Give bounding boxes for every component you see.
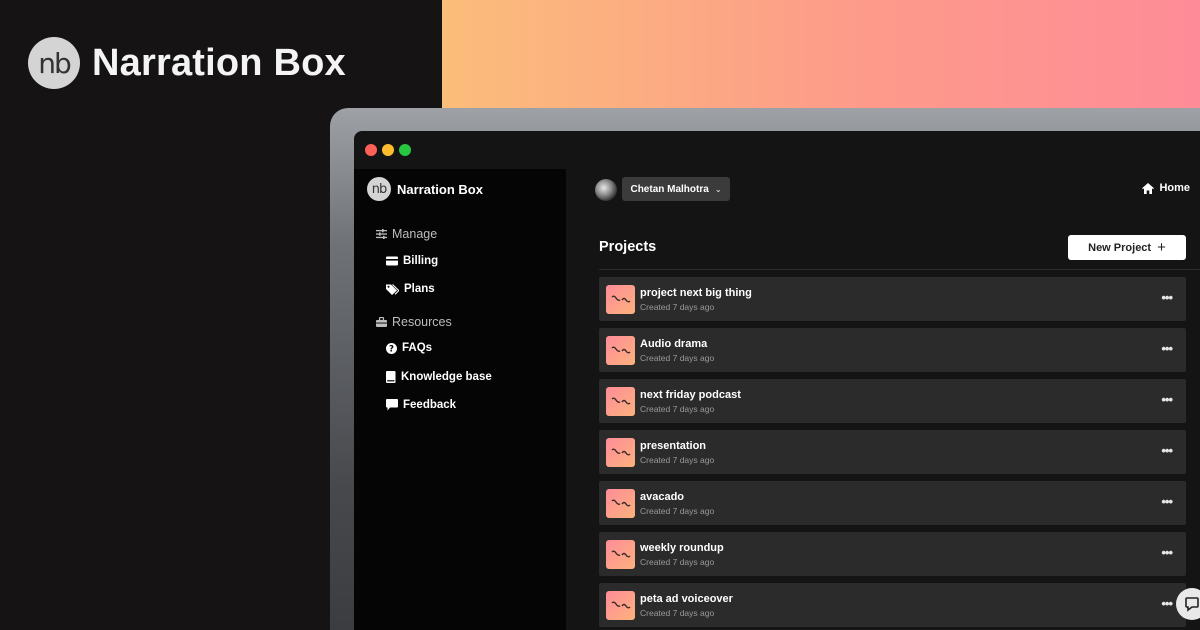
sidebar-item-knowledge-base[interactable]: Knowledge base (386, 371, 492, 383)
user-name: Chetan Malhotra (630, 183, 709, 195)
sidebar-section-resources: Resources (376, 315, 452, 329)
list-item[interactable]: presentation Created 7 days ago ••• (599, 430, 1186, 474)
more-options-icon[interactable]: ••• (1161, 494, 1173, 509)
project-list: project next big thing Created 7 days ag… (599, 277, 1186, 630)
sidebar-item-billing[interactable]: Billing (386, 255, 438, 267)
user-menu-button[interactable]: Chetan Malhotra ⌄ (622, 177, 730, 201)
project-meta: Created 7 days ago (640, 301, 715, 312)
sidebar-section-label: Manage (392, 227, 438, 241)
project-name: project next big thing (640, 286, 752, 299)
more-options-icon[interactable]: ••• (1161, 545, 1173, 560)
chevron-down-icon: ⌄ (714, 184, 722, 194)
list-item[interactable]: project next big thing Created 7 days ag… (599, 277, 1186, 321)
project-meta: Created 7 days ago (640, 352, 715, 363)
project-name: next friday podcast (640, 388, 741, 401)
sidebar-item-label: Plans (404, 283, 435, 295)
hero-brand: nb Narration Box (28, 37, 346, 89)
window-controls (365, 144, 411, 156)
sidebar: nb Narration Box Manage Billing Plans Re… (354, 169, 566, 630)
tags-icon (386, 283, 399, 295)
project-meta: Created 7 days ago (640, 556, 715, 567)
project-meta: Created 7 days ago (640, 403, 715, 414)
project-name: avacado (640, 490, 685, 503)
hero-gradient-panel (442, 0, 1200, 108)
app-window: nb Narration Box Manage Billing Plans Re… (354, 131, 1200, 630)
book-icon (386, 371, 396, 383)
sidebar-item-faqs[interactable]: ? FAQs (386, 342, 432, 354)
more-options-icon[interactable]: ••• (1161, 290, 1173, 305)
sidebar-section-manage: Manage (376, 227, 437, 241)
sidebar-section-label: Resources (392, 315, 452, 329)
sidebar-brand[interactable]: nb Narration Box (367, 177, 483, 201)
waveform-icon (606, 386, 635, 416)
more-options-icon[interactable]: ••• (1161, 341, 1173, 356)
project-name: presentation (640, 439, 707, 452)
project-meta: Created 7 days ago (640, 505, 715, 516)
sidebar-item-feedback[interactable]: Feedback (386, 399, 456, 411)
list-item[interactable]: weekly roundup Created 7 days ago ••• (599, 532, 1186, 576)
question-circle-icon: ? (386, 342, 397, 354)
divider (599, 269, 1200, 270)
new-project-label: New Project (1088, 241, 1152, 254)
sidebar-item-label: Billing (403, 255, 439, 267)
maximize-window-button[interactable] (399, 144, 411, 156)
list-item[interactable]: Audio drama Created 7 days ago ••• (599, 328, 1186, 372)
close-window-button[interactable] (365, 144, 377, 156)
page-title: Projects (599, 239, 657, 255)
home-link[interactable]: Home (1142, 182, 1190, 194)
waveform-icon (606, 539, 635, 569)
project-meta: Created 7 days ago (640, 607, 715, 618)
home-icon (1142, 182, 1155, 194)
chat-icon (1185, 597, 1199, 612)
list-item[interactable]: avacado Created 7 days ago ••• (599, 481, 1186, 525)
brand-name: Narration Box (92, 41, 346, 84)
project-name: weekly roundup (640, 541, 724, 554)
sidebar-brand-name: Narration Box (397, 181, 483, 197)
sidebar-item-plans[interactable]: Plans (386, 283, 435, 295)
sidebar-logo: nb (367, 177, 391, 201)
project-name: peta ad voiceover (640, 592, 733, 605)
comment-icon (386, 399, 398, 411)
sidebar-item-label: FAQs (402, 342, 433, 354)
minimize-window-button[interactable] (382, 144, 394, 156)
chat-support-button[interactable] (1176, 588, 1200, 620)
credit-card-icon (386, 256, 398, 266)
sliders-icon (376, 229, 387, 239)
project-meta: Created 7 days ago (640, 454, 715, 465)
list-item[interactable]: next friday podcast Created 7 days ago •… (599, 379, 1186, 423)
brand-logo: nb (28, 37, 80, 89)
waveform-icon (606, 437, 635, 467)
waveform-icon (606, 590, 635, 620)
new-project-button[interactable]: New Project + (1068, 235, 1186, 260)
more-options-icon[interactable]: ••• (1161, 596, 1173, 611)
more-options-icon[interactable]: ••• (1161, 392, 1173, 407)
sidebar-item-label: Feedback (403, 399, 457, 411)
sidebar-item-label: Knowledge base (401, 371, 492, 383)
project-name: Audio drama (640, 337, 708, 350)
toolbox-icon (376, 317, 387, 327)
svg-text:?: ? (389, 344, 394, 353)
waveform-icon (606, 284, 635, 314)
home-label: Home (1159, 182, 1190, 194)
waveform-icon (606, 488, 635, 518)
waveform-icon (606, 335, 635, 365)
list-item[interactable]: peta ad voiceover Created 7 days ago ••• (599, 583, 1186, 627)
avatar[interactable] (595, 179, 617, 201)
more-options-icon[interactable]: ••• (1161, 443, 1173, 458)
plus-icon: + (1157, 239, 1166, 256)
